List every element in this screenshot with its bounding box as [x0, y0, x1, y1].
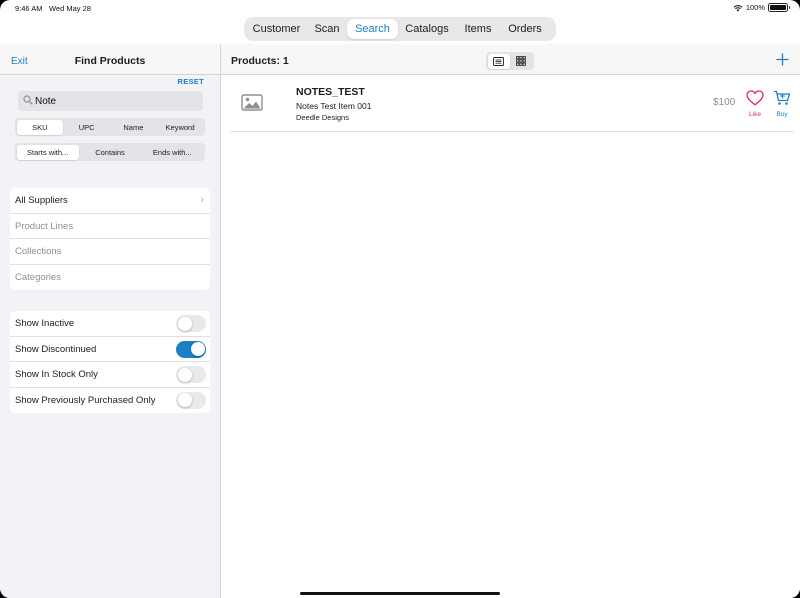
toggle-list: Show Inactive Show Discontinued Show In … [10, 311, 210, 413]
chevron-right-icon: › [200, 194, 204, 206]
segment-contains[interactable]: Contains [79, 145, 141, 160]
toggle-row-in-stock: Show In Stock Only [10, 362, 210, 388]
battery-icon [768, 3, 790, 12]
segment-keyword[interactable]: Keyword [157, 120, 204, 135]
toggle-label: Show Discontinued [15, 343, 97, 355]
status-bar: 9:46 AM Wed May 28 100% [0, 0, 800, 16]
filter-label: Product Lines [15, 220, 74, 232]
status-indicators: 100% [733, 3, 790, 12]
results-header: Products: 1 [221, 44, 800, 75]
segment-starts-with[interactable]: Starts with... [16, 144, 79, 160]
image-placeholder-icon [241, 94, 263, 111]
search-filter-panel: Exit Find Products RESET SKU UPC Name Ke… [0, 44, 220, 598]
search-input[interactable] [35, 93, 195, 109]
ipad-screen: 9:46 AM Wed May 28 100% Customer Scan Se… [0, 0, 800, 598]
tab-items[interactable]: Items [456, 19, 500, 39]
product-description: Notes Test Item 001 [296, 101, 372, 111]
list-view-button[interactable] [487, 53, 510, 69]
tab-orders[interactable]: Orders [500, 19, 550, 39]
search-box [18, 91, 203, 111]
tab-search[interactable]: Search [347, 19, 398, 39]
filter-collections[interactable]: Collections [10, 239, 210, 265]
segment-sku[interactable]: SKU [16, 119, 64, 135]
grid-view-button[interactable] [510, 54, 533, 69]
battery-percent: 100% [745, 3, 765, 12]
show-discontinued-toggle[interactable] [176, 340, 206, 358]
status-time: 9:46 AM [15, 4, 43, 13]
home-indicator [300, 592, 500, 595]
segment-ends-with[interactable]: Ends with... [141, 145, 203, 160]
like-button[interactable]: Like [745, 90, 765, 118]
tab-catalogs[interactable]: Catalogs [398, 19, 456, 39]
product-sku: NOTES_TEST [296, 86, 365, 98]
toggle-row-previously-purchased: Show Previously Purchased Only [10, 388, 210, 414]
left-header: Exit Find Products [0, 44, 220, 75]
list-view-icon [493, 56, 505, 66]
view-mode-toggle [486, 52, 534, 70]
filter-label: Collections [15, 246, 62, 257]
product-supplier: Deedle Designs [296, 113, 349, 122]
heart-icon [746, 90, 764, 106]
match-mode-selector: Starts with... Contains Ends with... [15, 143, 205, 161]
cart-icon [774, 90, 791, 105]
products-count: Products: 1 [231, 55, 289, 67]
show-in-stock-toggle[interactable] [176, 366, 206, 383]
panel-title: Find Products [74, 55, 146, 67]
reset-button[interactable]: RESET [177, 77, 204, 86]
show-inactive-toggle[interactable] [176, 315, 206, 332]
plus-icon[interactable] [776, 53, 789, 66]
segment-upc[interactable]: UPC [63, 120, 110, 135]
tab-scan[interactable]: Scan [307, 19, 347, 39]
filter-list: All Suppliers › Product Lines Collection… [10, 188, 210, 290]
search-field-selector: SKU UPC Name Keyword [15, 118, 205, 136]
product-price: $100 [713, 97, 736, 108]
results-panel: Products: 1 NOTES_TEST Notes Test Item 0… [220, 44, 800, 598]
grid-view-icon [516, 56, 527, 66]
buy-label: Buy [776, 111, 788, 118]
filter-label: All Suppliers [15, 195, 68, 206]
product-row[interactable]: NOTES_TEST Notes Test Item 001 Deedle De… [231, 79, 793, 132]
filter-label: Categories [15, 271, 61, 283]
buy-button[interactable]: Buy [772, 90, 792, 118]
tab-customer[interactable]: Customer [246, 19, 307, 39]
toggle-label: Show Previously Purchased Only [15, 394, 156, 406]
toggle-label: Show Inactive [15, 318, 75, 329]
search-icon [23, 95, 33, 105]
filter-all-suppliers[interactable]: All Suppliers › [10, 188, 210, 214]
main-nav: Customer Scan Search Catalogs Items Orde… [244, 17, 556, 41]
toggle-label: Show In Stock Only [15, 369, 98, 380]
toggle-row-inactive: Show Inactive [10, 311, 210, 337]
like-label: Like [749, 111, 761, 118]
status-date: Wed May 28 [49, 4, 91, 13]
filter-product-lines[interactable]: Product Lines [10, 214, 210, 239]
show-previously-purchased-toggle[interactable] [176, 391, 206, 409]
toggle-row-discontinued: Show Discontinued [10, 337, 210, 362]
filter-categories[interactable]: Categories [10, 265, 210, 291]
segment-name[interactable]: Name [110, 120, 157, 135]
wifi-icon [733, 4, 743, 11]
